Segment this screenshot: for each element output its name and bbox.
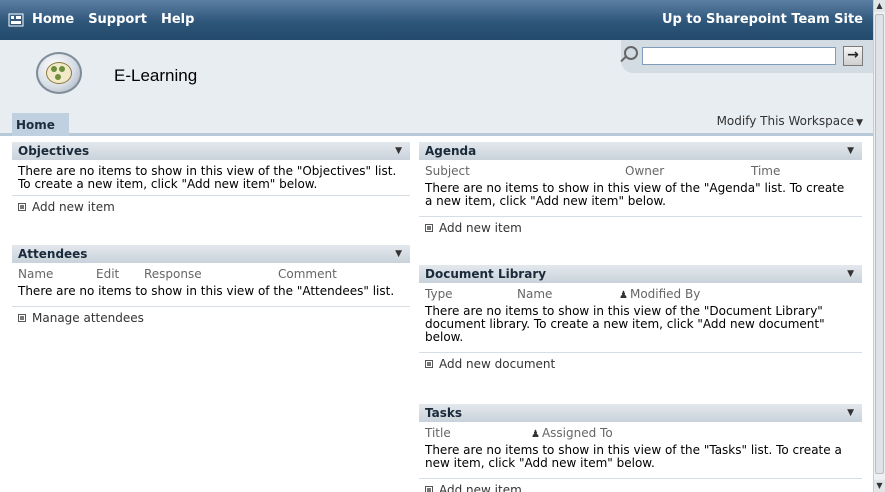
webpart-menu-chevron-down-icon[interactable]: ▼ [847, 265, 854, 283]
person-icon: ♟ [531, 429, 540, 440]
webpart-menu-chevron-down-icon[interactable]: ▼ [847, 142, 854, 160]
global-nav-bar: Home Support Help Up to Sharepoint Team … [0, 0, 873, 40]
column-header-assigned-to[interactable]: ♟ Assigned To [531, 426, 613, 441]
search-input[interactable] [642, 47, 836, 65]
square-bullet-icon [425, 486, 433, 492]
agenda-add-item-link[interactable]: Add new item [419, 217, 862, 235]
column-header-type[interactable]: Type [425, 287, 517, 302]
webpart-menu-chevron-down-icon[interactable]: ▼ [395, 245, 402, 263]
column-header-name[interactable]: Name [18, 267, 96, 282]
doclib-column-headers: Type Name ♟ Modified By [419, 283, 862, 302]
search-go-button[interactable]: → [843, 46, 863, 66]
objectives-add-label: Add new item [32, 200, 115, 214]
webpart-title: Agenda ▼ [419, 142, 862, 160]
column-header-title[interactable]: Title [425, 426, 531, 441]
agenda-webpart: Agenda ▼ Subject Owner Time There are no… [419, 142, 862, 235]
webpart-title: Attendees ▼ [12, 245, 410, 263]
global-nav-links: Home Support Help [8, 12, 208, 27]
tab-row: Home Modify This Workspace ▼ [0, 110, 873, 136]
assigned-to-label: Assigned To [541, 426, 613, 440]
up-to-parent-site-link[interactable]: Up to Sharepoint Team Site [662, 12, 863, 27]
webpart-menu-chevron-down-icon[interactable]: ▼ [847, 404, 854, 422]
objectives-add-item-link[interactable]: Add new item [12, 196, 410, 214]
agenda-add-label: Add new item [439, 221, 522, 235]
webpart-title: Document Library ▼ [419, 265, 862, 283]
column-header-response[interactable]: Response [144, 267, 278, 282]
modify-workspace-menu[interactable]: Modify This Workspace ▼ [717, 114, 863, 128]
webpart-title: Objectives ▼ [12, 142, 410, 160]
column-header-modified-by[interactable]: ♟ Modified By [619, 287, 700, 302]
square-bullet-icon [18, 314, 26, 322]
agenda-column-headers: Subject Owner Time [419, 160, 862, 179]
add-new-document-label: Add new document [439, 357, 556, 371]
attendees-column-headers: Name Edit Response Comment [12, 263, 410, 282]
modify-workspace-label: Modify This Workspace [716, 114, 855, 128]
square-bullet-icon [18, 203, 26, 211]
manage-attendees-link[interactable]: Manage attendees [12, 307, 410, 325]
nav-home-link[interactable]: Home [32, 12, 74, 27]
attendees-webpart: Attendees ▼ Name Edit Response Comment T… [12, 245, 410, 325]
vertical-scrollbar[interactable]: ▲ ▼ [873, 0, 885, 492]
column-header-comment[interactable]: Comment [278, 267, 337, 282]
tasks-add-item-link[interactable]: Add new item [419, 479, 862, 492]
tasks-empty-message: There are no items to show in this view … [425, 443, 842, 470]
tasks-add-label: Add new item [439, 483, 522, 492]
search-icon [624, 46, 638, 60]
column-header-subject[interactable]: Subject [425, 164, 625, 179]
nav-support-link[interactable]: Support [88, 12, 147, 27]
square-bullet-icon [425, 360, 433, 368]
column-header-owner[interactable]: Owner [625, 164, 751, 179]
agenda-title: Agenda [425, 144, 477, 158]
square-bullet-icon [425, 224, 433, 232]
tasks-webpart: Tasks ▼ Title ♟ Assigned To There are no … [419, 404, 862, 492]
attendees-empty-message: There are no items to show in this view … [18, 284, 395, 298]
add-new-document-link[interactable]: Add new document [419, 353, 862, 371]
column-header-name[interactable]: Name [517, 287, 619, 302]
tasks-column-headers: Title ♟ Assigned To [419, 422, 862, 441]
scroll-down-arrow-icon[interactable]: ▼ [874, 480, 885, 492]
manage-attendees-label: Manage attendees [32, 311, 144, 325]
tab-home[interactable]: Home [12, 113, 69, 136]
webpart-title: Tasks ▼ [419, 404, 862, 422]
chevron-down-icon: ▼ [856, 118, 863, 128]
modified-by-label: Modified By [629, 287, 701, 301]
scroll-thumb[interactable] [875, 14, 884, 474]
scroll-up-arrow-icon[interactable]: ▲ [874, 0, 885, 12]
objectives-empty-message: There are no items to show in this view … [18, 164, 397, 191]
person-icon: ♟ [619, 290, 628, 301]
objectives-title: Objectives [18, 144, 90, 158]
objectives-webpart: Objectives ▼ There are no items to show … [12, 142, 410, 214]
doclib-title: Document Library [425, 267, 547, 281]
document-library-webpart: Document Library ▼ Type Name ♟ Modified B… [419, 265, 862, 371]
attendees-title: Attendees [18, 247, 88, 261]
column-header-edit[interactable]: Edit [96, 267, 144, 282]
doclib-empty-message: There are no items to show in this view … [425, 304, 825, 344]
site-header: E-Learning → [0, 40, 873, 110]
webpart-menu-chevron-down-icon[interactable]: ▼ [395, 142, 402, 160]
site-logo-icon [36, 52, 82, 94]
nav-help-link[interactable]: Help [161, 12, 194, 27]
tasks-title: Tasks [425, 406, 463, 420]
agenda-empty-message: There are no items to show in this view … [425, 181, 845, 208]
sharepoint-app-icon [8, 13, 24, 27]
site-title: E-Learning [114, 66, 198, 85]
column-header-time[interactable]: Time [751, 164, 780, 179]
